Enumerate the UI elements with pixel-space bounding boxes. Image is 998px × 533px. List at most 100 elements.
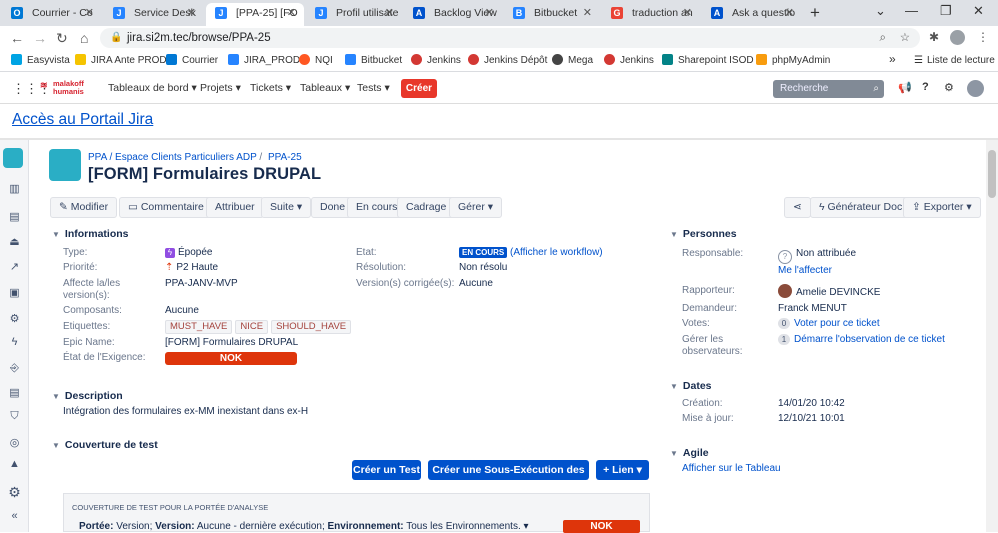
bookmark-item[interactable]: Mega (552, 54, 593, 68)
reporter-value[interactable]: Amelie DEVINCKE (778, 284, 880, 299)
bookmark-item[interactable]: JIRA Ante PROD (75, 54, 167, 68)
export-button[interactable]: ⇪ Exporter ▾ (903, 197, 981, 218)
bookmark-item[interactable]: phpMyAdmin (756, 54, 830, 68)
minimize-icon[interactable]: — (905, 3, 918, 18)
menu-projets[interactable]: Projets ▾ (200, 82, 241, 94)
releases-icon[interactable]: ⏏ (7, 235, 22, 250)
notifications-icon[interactable]: 📢 (898, 81, 912, 94)
close-tab-icon[interactable]: ✕ (187, 3, 196, 24)
bookmark-item[interactable]: NQI (299, 54, 333, 68)
informations-heading[interactable]: ▼ Informations (52, 228, 129, 240)
agile-heading[interactable]: ▼ Agile (670, 447, 709, 459)
reading-list[interactable]: ☰ Liste de lecture (914, 54, 995, 68)
menu-tests[interactable]: Tests ▾ (357, 82, 390, 94)
extensions-icon[interactable]: ✱ (929, 30, 939, 44)
share-button[interactable]: ⋖ (784, 197, 811, 218)
bookmark-item[interactable]: Sharepoint ISOD (662, 54, 754, 68)
bookmark-item[interactable]: Bitbucket (345, 54, 402, 68)
vote-link[interactable]: Voter pour ce ticket (794, 318, 880, 329)
bookmark-item[interactable]: Jenkins (604, 54, 654, 68)
close-tab-icon[interactable]: ✕ (385, 3, 394, 24)
maximize-icon[interactable]: ❐ (940, 3, 952, 19)
tab-traduction[interactable]: Gtraduction an ✕ (602, 3, 700, 26)
close-tab-icon[interactable]: ✕ (287, 3, 296, 24)
target-icon[interactable]: ◎ (7, 436, 22, 451)
more-button[interactable]: Suite ▾ (261, 197, 312, 218)
create-sub-execution-button[interactable]: Créer une Sous-Exécution des Tests (428, 460, 589, 496)
document-icon[interactable]: ▤ (7, 386, 22, 401)
lightning-icon[interactable]: ϟ (7, 336, 22, 351)
breadcrumb-key[interactable]: PPA-25 (268, 152, 302, 163)
more-bookmarks-icon[interactable]: » (889, 52, 896, 66)
star-icon[interactable]: ☆ (900, 28, 910, 48)
workflow-link[interactable]: (Afficher le workflow) (510, 247, 603, 258)
issues-icon[interactable]: ▣ (7, 286, 22, 301)
project-avatar[interactable] (3, 148, 23, 168)
url-field[interactable]: 🔒 jira.si2m.tec/browse/PPA-25 ⌕ ☆ (100, 28, 920, 48)
tab-bitbucket[interactable]: B Bitbucket ✕ (504, 3, 600, 26)
create-button[interactable]: Créer (401, 79, 437, 98)
edit-button[interactable]: ✎ Modifier (50, 197, 118, 218)
close-window-icon[interactable]: ✕ (973, 3, 984, 19)
collapse-sidebar-icon[interactable]: « (7, 510, 22, 525)
assign-button[interactable]: Attribuer (206, 197, 264, 218)
cadrage-button[interactable]: Cadrage (397, 197, 456, 218)
components-icon[interactable]: ⚙ (7, 312, 22, 327)
close-tab-icon[interactable]: ✕ (485, 3, 494, 24)
tab-search-icon[interactable]: ⌄ (875, 3, 886, 19)
assign-to-me-link[interactable]: Me l'affecter (778, 265, 832, 277)
label-badge[interactable]: MUST_HAVE (165, 320, 233, 334)
watch-link[interactable]: Démarre l'observation de ce ticket (794, 334, 945, 345)
settings-gear-icon[interactable]: ⚙ (944, 81, 954, 94)
dates-heading[interactable]: ▼ Dates (670, 380, 712, 392)
user-avatar[interactable] (967, 80, 984, 97)
tab-ppa-25[interactable]: J [PPA-25] [FO ✕ (206, 3, 304, 26)
close-tab-icon[interactable]: ✕ (683, 3, 692, 24)
tab-backlog[interactable]: A Backlog View ✕ (404, 3, 502, 26)
reload-icon[interactable]: ↻ (56, 30, 68, 47)
description-heading[interactable]: ▼ Description (52, 390, 123, 402)
portal-link[interactable]: Accès au Portail Jira (12, 111, 153, 129)
menu-tableaux-de-bord[interactable]: Tableaux de bord ▾ (108, 82, 197, 94)
close-tab-icon[interactable]: ✕ (583, 3, 592, 24)
scrollbar-thumb[interactable] (988, 150, 996, 198)
help-icon[interactable]: ? (922, 81, 929, 93)
link-button[interactable]: + Lien ▾ (596, 460, 649, 480)
tab-profil[interactable]: J Profil utilisate ✕ (306, 3, 402, 26)
label-badge[interactable]: SHOULD_HAVE (271, 320, 352, 334)
forward-arrow-icon[interactable]: → (33, 30, 47, 46)
profile-icon[interactable] (950, 30, 965, 45)
code-icon[interactable]: ⎆ (7, 362, 22, 377)
breadcrumb-project[interactable]: PPA / Espace Clients Particuliers ADP (88, 152, 257, 163)
tab-ask-question[interactable]: A Ask a questio ✕ (702, 3, 802, 26)
label-badge[interactable]: NICE (235, 320, 269, 334)
comment-button[interactable]: ▭ Commentaire (119, 197, 213, 218)
board-icon[interactable]: ▥ (7, 182, 22, 197)
shield-icon[interactable]: ⛉ (7, 410, 22, 425)
project-settings-icon[interactable]: ⚙ (7, 484, 22, 500)
tab-courrier[interactable]: O Courrier - Co ✕ (2, 3, 102, 26)
search-input[interactable]: Recherche ⌕ (773, 80, 884, 98)
backlog-icon[interactable]: ▤ (7, 210, 22, 225)
triangle-icon[interactable]: ▲ (7, 458, 22, 473)
test-coverage-heading[interactable]: ▼ Couverture de test (52, 439, 158, 451)
doc-generator-button[interactable]: ϟ Générateur Doc (810, 197, 912, 218)
create-test-button[interactable]: Créer un Test (352, 460, 421, 480)
close-tab-icon[interactable]: ✕ (85, 3, 94, 24)
bookmark-item[interactable]: Jenkins Dépôt (468, 54, 547, 68)
zoom-icon[interactable]: ⌕ (880, 28, 886, 48)
vertical-scrollbar[interactable] (986, 140, 998, 532)
people-heading[interactable]: ▼ Personnes (670, 228, 737, 240)
menu-tickets[interactable]: Tickets ▾ (250, 82, 291, 94)
manage-button[interactable]: Gérer ▾ (449, 197, 503, 218)
more-icon[interactable]: ⋮ (977, 30, 989, 44)
bookmark-item[interactable]: Courrier (166, 54, 218, 68)
home-icon[interactable]: ⌂ (80, 30, 88, 46)
affects-version-value[interactable]: PPA-JANV-MVP (165, 278, 238, 290)
view-on-board-link[interactable]: Afficher sur le Tableau (682, 463, 781, 475)
menu-tableaux[interactable]: Tableaux ▾ (300, 82, 350, 94)
back-arrow-icon[interactable]: ← (10, 30, 24, 46)
new-tab-button[interactable]: + (810, 3, 820, 22)
bookmark-item[interactable]: Easyvista (11, 54, 70, 68)
tab-service-desk[interactable]: J Service Desk ✕ (104, 3, 204, 26)
